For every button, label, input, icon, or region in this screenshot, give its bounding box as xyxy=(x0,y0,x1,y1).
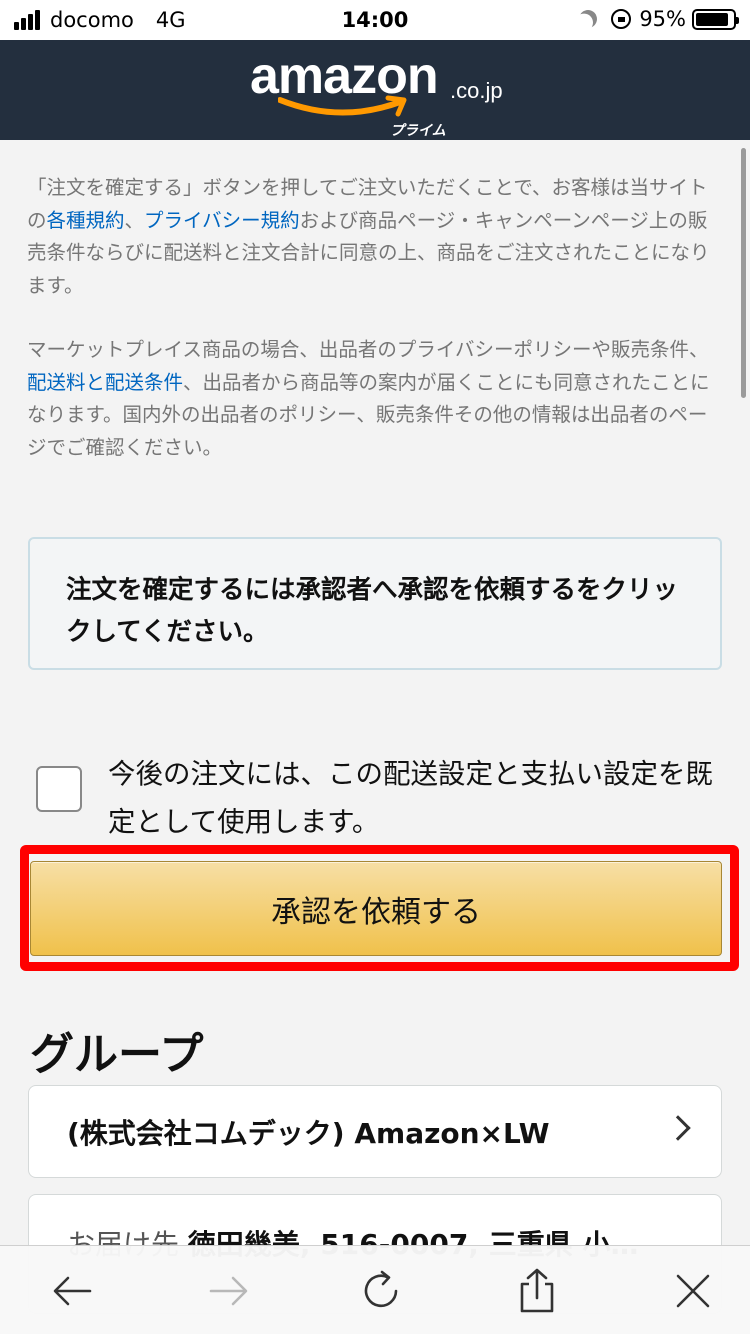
site-header: amazon .co.jp プライム xyxy=(0,40,750,140)
default-settings-label: 今後の注文には、この配送設定と支払い設定を既定として使用します。 xyxy=(108,758,713,838)
battery-percent: 95% xyxy=(639,7,686,31)
status-right: 95% xyxy=(577,7,739,31)
do-not-disturb-icon xyxy=(577,7,600,30)
amazon-logo[interactable]: amazon .co.jp プライム xyxy=(250,46,510,139)
shipping-terms-link[interactable]: 配送料と配送条件 xyxy=(27,371,183,394)
prime-label: プライム xyxy=(390,123,446,139)
approval-info-box: 注文を確定するには承認者へ承認を依頼するをクリックしてください。 xyxy=(28,537,722,670)
legal-notice: 「注文を確定する」ボタンを押してご注文いただくことで、お客様は当サイトの各種規約… xyxy=(27,172,717,464)
group-heading: グループ xyxy=(30,1029,204,1080)
smile-arrow-icon xyxy=(278,95,407,117)
reload-icon[interactable] xyxy=(358,1268,404,1314)
logo-tld: .co.jp xyxy=(450,78,503,103)
legal-paragraph-1: 「注文を確定する」ボタンを押してご注文いただくことで、お客様は当サイトの各種規約… xyxy=(27,172,717,302)
back-arrow-icon[interactable] xyxy=(50,1268,96,1314)
legal-text: マーケットプレイス商品の場合、出品者のプライバシーポリシーや販売条件、 xyxy=(27,338,709,361)
terms-link[interactable]: 各種規約 xyxy=(47,209,125,232)
page-scrollbar[interactable] xyxy=(741,148,746,398)
request-approval-button[interactable]: 承認を依頼する xyxy=(30,861,722,956)
forward-arrow-icon[interactable] xyxy=(205,1268,251,1314)
browser-toolbar xyxy=(0,1245,750,1334)
group-selector[interactable]: (株式会社コムデック) Amazon×LW xyxy=(28,1085,722,1178)
close-icon[interactable] xyxy=(670,1268,716,1314)
rotation-lock-icon xyxy=(611,9,632,29)
status-bar: docomo 4G 14:00 95% xyxy=(0,0,750,40)
share-icon[interactable] xyxy=(514,1268,560,1314)
chevron-right-icon xyxy=(665,1115,691,1141)
privacy-link[interactable]: プライバシー規約 xyxy=(144,209,300,232)
legal-paragraph-2: マーケットプレイス商品の場合、出品者のプライバシーポリシーや販売条件、配送料と配… xyxy=(27,334,717,464)
default-settings-checkbox[interactable] xyxy=(36,766,82,812)
battery-icon xyxy=(692,8,739,30)
legal-text: 、 xyxy=(124,208,145,232)
group-name: (株式会社コムデック) Amazon×LW xyxy=(67,1116,550,1150)
